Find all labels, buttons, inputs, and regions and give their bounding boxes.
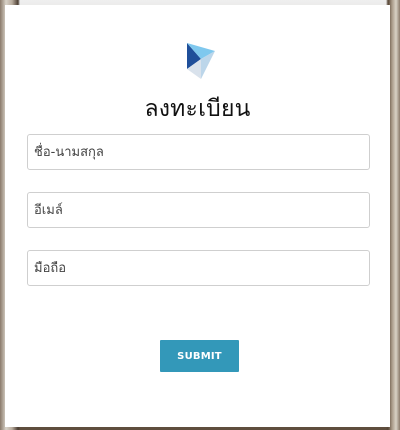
submit-button[interactable]: SUBMIT	[160, 340, 239, 372]
brand-logo-icon	[187, 43, 215, 79]
mobile-input[interactable]	[27, 250, 370, 286]
email-input[interactable]	[27, 192, 370, 228]
form-title: ลงทะเบียน	[144, 96, 251, 122]
registration-modal: ลงทะเบียน SUBMIT	[5, 5, 390, 427]
fullname-input[interactable]	[27, 134, 370, 170]
